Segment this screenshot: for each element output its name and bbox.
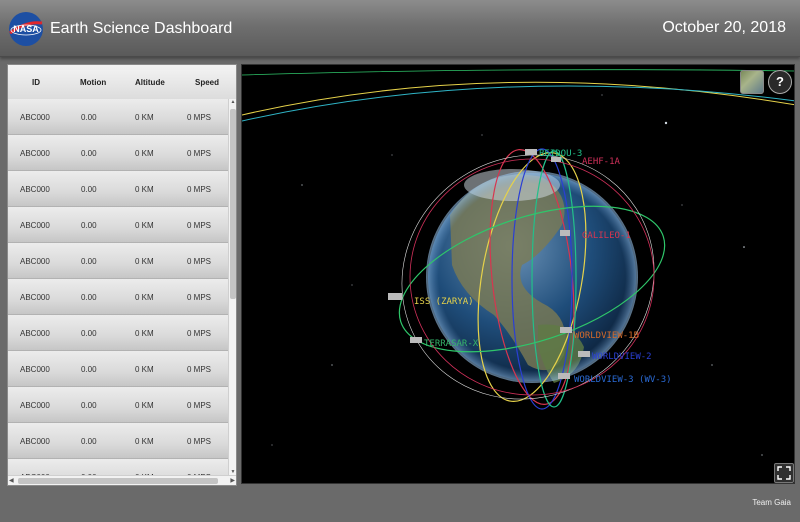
cell-speed: 0 MPS xyxy=(187,293,212,302)
horizontal-scroll-thumb[interactable] xyxy=(18,478,218,484)
scroll-left-arrow-icon[interactable]: ◀ xyxy=(9,477,14,484)
table-row[interactable]: ABC000 0.00 0 KM 0 MPS xyxy=(8,135,228,171)
cell-motion: 0.00 xyxy=(81,113,97,122)
cell-altitude: 0 KM xyxy=(135,221,154,230)
cell-id: ABC000 xyxy=(20,437,50,446)
vertical-scroll-thumb[interactable] xyxy=(230,109,236,299)
cell-altitude: 0 KM xyxy=(135,437,154,446)
cell-altitude: 0 KM xyxy=(135,293,154,302)
vertical-scrollbar[interactable]: ▲ ▼ xyxy=(228,99,236,475)
horizontal-scrollbar[interactable]: ◀ ▶ xyxy=(8,475,236,485)
cell-speed: 0 MPS xyxy=(187,113,212,122)
cell-id: ABC000 xyxy=(20,257,50,266)
cell-id: ABC000 xyxy=(20,401,50,410)
table-row[interactable]: ABC000 0.00 0 KM 0 MPS xyxy=(8,351,228,387)
svg-text:AEHF-1A: AEHF-1A xyxy=(582,157,621,167)
column-header-id[interactable]: ID xyxy=(32,78,40,87)
cell-motion: 0.00 xyxy=(81,293,97,302)
svg-text:WORLDVIEW-1B: WORLDVIEW-1B xyxy=(574,331,639,341)
column-header-altitude[interactable]: Altitude xyxy=(135,78,165,87)
cell-id: ABC000 xyxy=(20,329,50,338)
help-button[interactable]: ? xyxy=(768,70,792,94)
svg-text:ISS (ZARYA): ISS (ZARYA) xyxy=(414,297,474,307)
column-header-speed[interactable]: Speed xyxy=(195,78,219,87)
scroll-up-arrow-icon[interactable]: ▲ xyxy=(229,99,236,105)
cell-altitude: 0 KM xyxy=(135,365,154,374)
base-layer-picker-button[interactable] xyxy=(740,70,764,94)
cell-speed: 0 MPS xyxy=(187,329,212,338)
svg-text:WORLDVIEW-3 (WV-3): WORLDVIEW-3 (WV-3) xyxy=(574,375,672,385)
table-row[interactable]: ABC000 0.00 0 KM 0 MPS xyxy=(8,99,228,135)
cell-motion: 0.00 xyxy=(81,329,97,338)
cell-motion: 0.00 xyxy=(81,401,97,410)
cell-id: ABC000 xyxy=(20,365,50,374)
team-credit: Team Gaia xyxy=(752,498,791,507)
table-row[interactable]: ABC000 0.00 0 KM 0 MPS xyxy=(8,315,228,351)
svg-text:TERRASAR-X: TERRASAR-X xyxy=(424,339,479,349)
cell-speed: 0 MPS xyxy=(187,401,212,410)
cell-speed: 0 MPS xyxy=(187,149,212,158)
cell-speed: 0 MPS xyxy=(187,185,212,194)
table-row[interactable]: ABC000 0.00 0 KM 0 MPS xyxy=(8,171,228,207)
column-header-motion[interactable]: Motion xyxy=(80,78,106,87)
table-header: ID Motion Altitude Speed xyxy=(8,65,236,99)
cell-motion: 0.00 xyxy=(81,257,97,266)
cell-motion: 0.00 xyxy=(81,365,97,374)
svg-text:WORLDVIEW-2: WORLDVIEW-2 xyxy=(592,352,652,362)
svg-text:NASA: NASA xyxy=(13,24,39,34)
cell-id: ABC000 xyxy=(20,113,50,122)
cell-speed: 0 MPS xyxy=(187,365,212,374)
table-row[interactable]: ABC000 0.00 0 KM 0 MPS xyxy=(8,279,228,315)
fullscreen-button[interactable] xyxy=(774,463,794,483)
table-row[interactable]: ABC000 0.00 0 KM 0 MPS xyxy=(8,243,228,279)
app-header: NASA Earth Science Dashboard October 20,… xyxy=(0,0,800,57)
globe-scene[interactable]: BEIDOU-3 AEHF-1A GALILEO-1 ISS (ZARYA) T… xyxy=(242,65,795,484)
table-row[interactable]: ABC000 0.00 0 KM 0 MPS xyxy=(8,423,228,459)
cell-motion: 0.00 xyxy=(81,221,97,230)
satellite-table: ID Motion Altitude Speed ABC000 0.00 0 KM 0… xyxy=(7,64,237,486)
cell-id: ABC000 xyxy=(20,293,50,302)
svg-text:GALILEO-1: GALILEO-1 xyxy=(582,231,631,241)
satellite-marker[interactable]: WORLDVIEW-3 (WV-3) xyxy=(558,373,672,385)
satellite-marker[interactable]: TERRASAR-X xyxy=(410,337,479,349)
globe-viewer[interactable]: BEIDOU-3 AEHF-1A GALILEO-1 ISS (ZARYA) T… xyxy=(241,64,795,484)
cell-motion: 0.00 xyxy=(81,149,97,158)
table-row[interactable]: ABC000 0.00 0 KM 0 MPS xyxy=(8,207,228,243)
cell-altitude: 0 KM xyxy=(135,329,154,338)
cell-speed: 0 MPS xyxy=(187,221,212,230)
cell-speed: 0 MPS xyxy=(187,437,212,446)
cell-altitude: 0 KM xyxy=(135,401,154,410)
scroll-right-arrow-icon[interactable]: ▶ xyxy=(230,477,235,484)
table-row[interactable]: ABC000 0.00 0 KM 0 MPS xyxy=(8,387,228,423)
cell-id: ABC000 xyxy=(20,149,50,158)
cell-altitude: 0 KM xyxy=(135,257,154,266)
cell-speed: 0 MPS xyxy=(187,257,212,266)
cell-altitude: 0 KM xyxy=(135,113,154,122)
current-date: October 20, 2018 xyxy=(662,19,786,36)
fullscreen-icon xyxy=(777,466,791,480)
orbit-arc-outer-cyan xyxy=(242,85,794,122)
cell-motion: 0.00 xyxy=(81,437,97,446)
cell-altitude: 0 KM xyxy=(135,185,154,194)
nasa-logo: NASA xyxy=(9,12,43,46)
cell-id: ABC000 xyxy=(20,185,50,194)
app-title: Earth Science Dashboard xyxy=(50,20,233,37)
cell-motion: 0.00 xyxy=(81,185,97,194)
cell-altitude: 0 KM xyxy=(135,149,154,158)
cell-id: ABC000 xyxy=(20,221,50,230)
table-body: ABC000 0.00 0 KM 0 MPS ABC000 0.00 0 KM 0 MPS AB… xyxy=(8,99,228,485)
orbit-arc-outer-green xyxy=(242,69,794,76)
